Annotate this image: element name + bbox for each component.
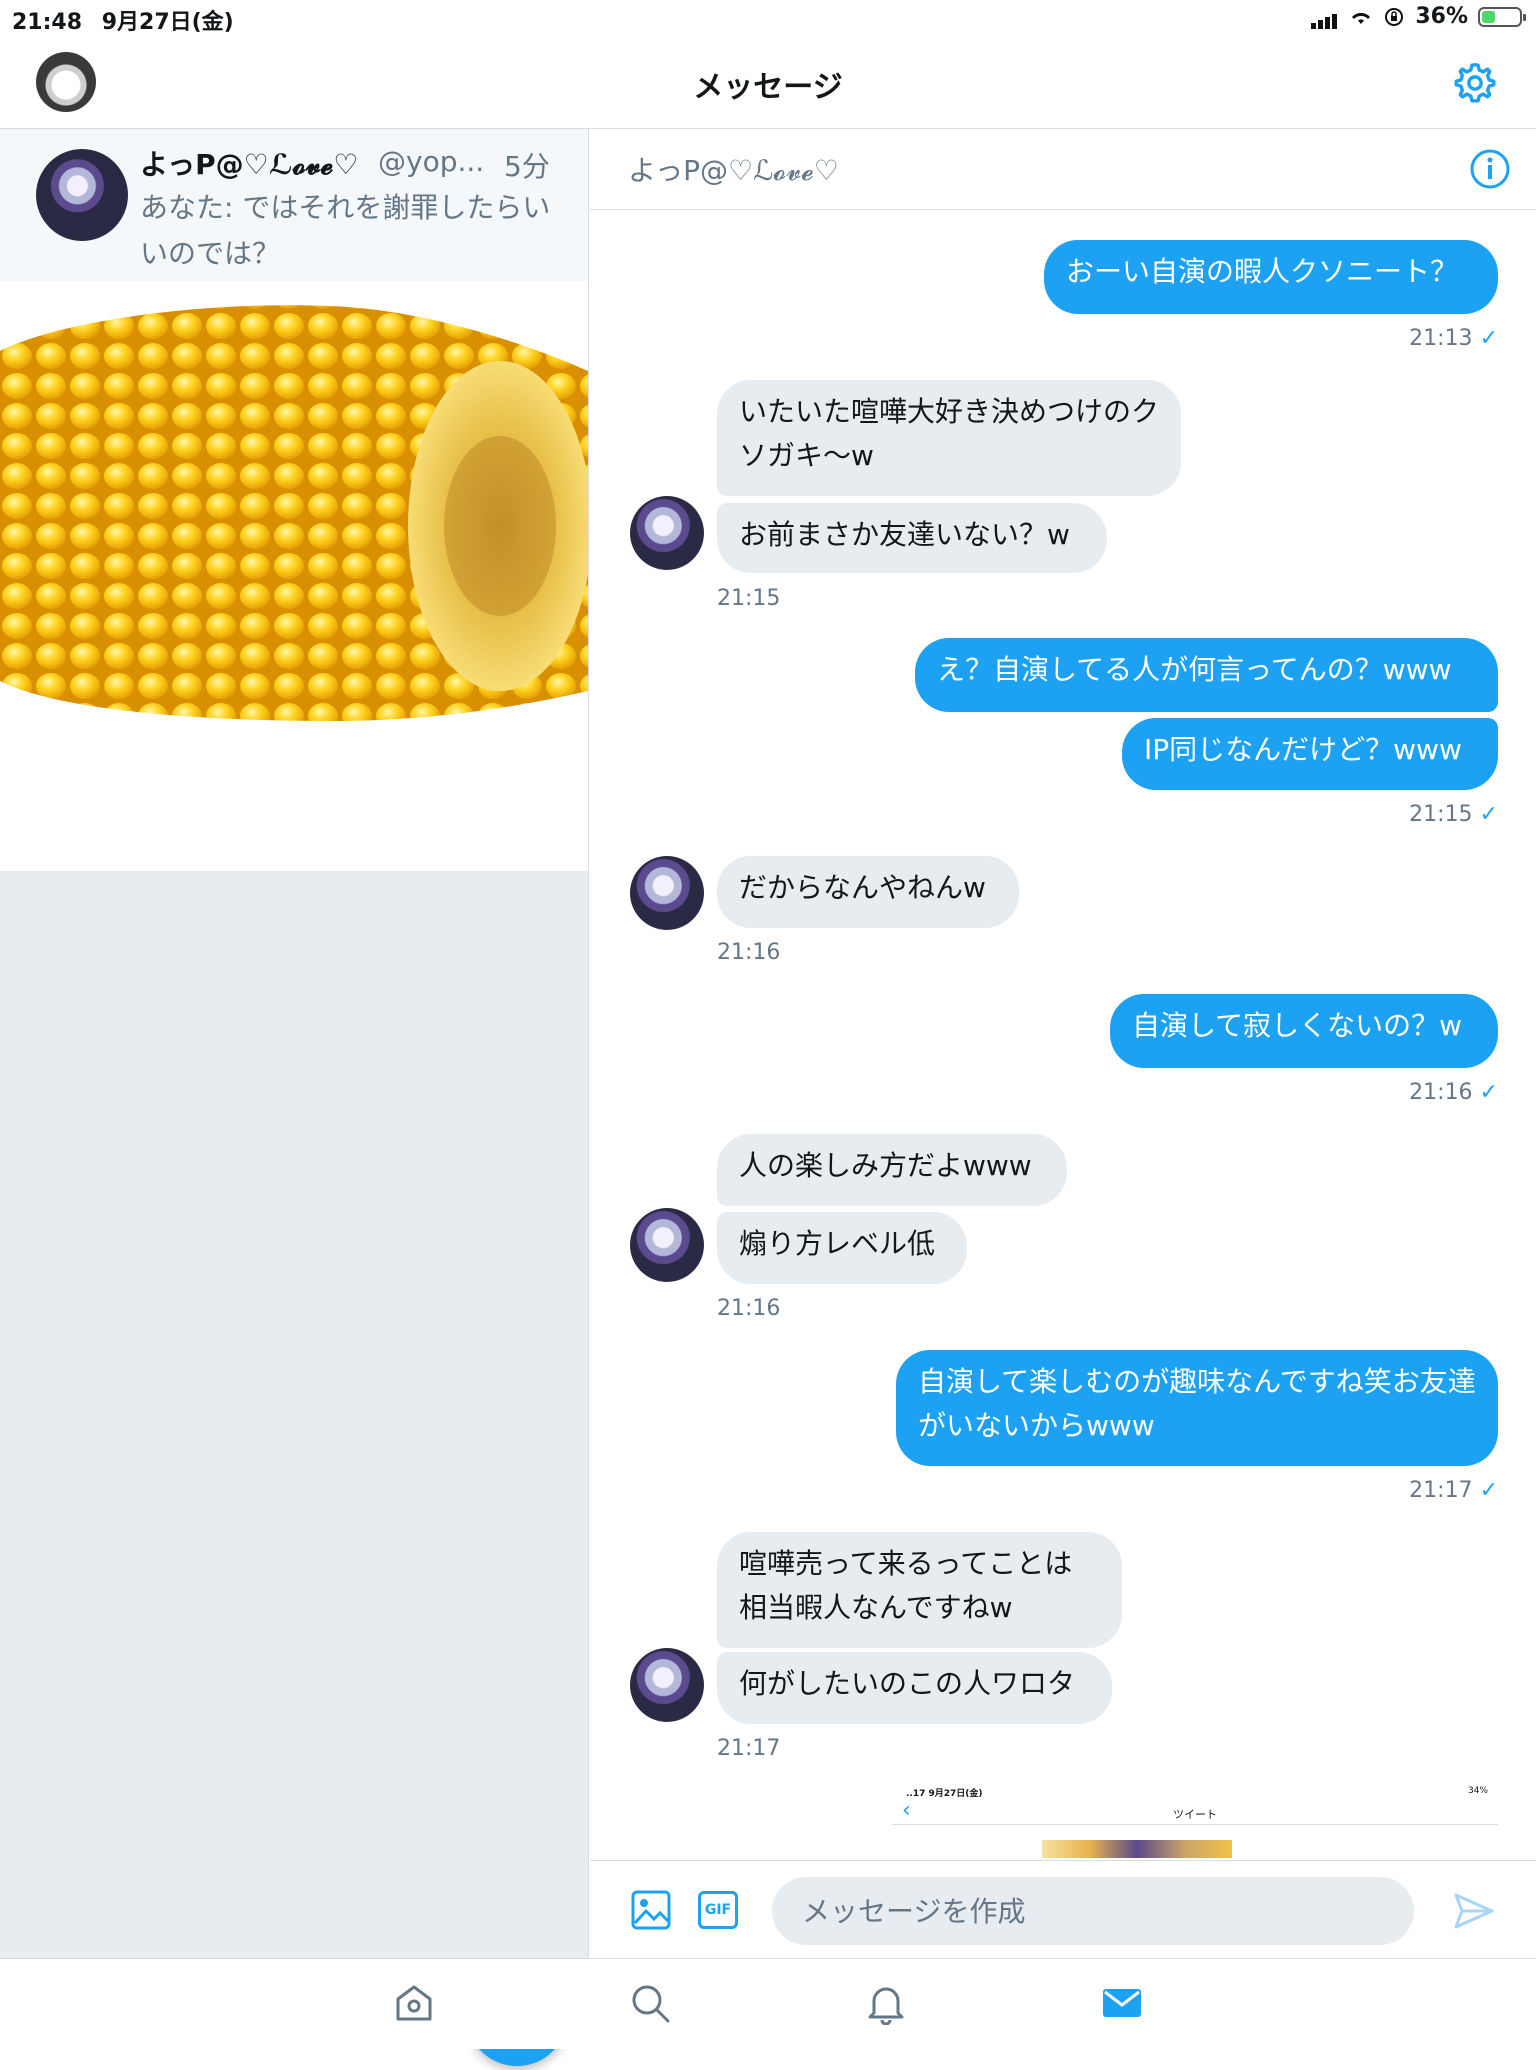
embed-title: ツイート [1173, 1808, 1217, 1821]
conversation-avatar [36, 149, 128, 241]
battery-fill [1482, 10, 1495, 23]
status-indicators: 36% [1311, 4, 1526, 29]
corn-sticker-image [0, 281, 588, 871]
message-bubble-outgoing: 自演して楽しむのが趣味なんですね笑お友達がいないからwww [896, 1350, 1498, 1466]
tab-bar [0, 1958, 1536, 2049]
message-bubble-outgoing: IP同じなんだけど？www [1122, 718, 1498, 790]
embed-status-battery: 34% [1467, 1786, 1488, 1796]
message-bubble-outgoing: 自演して寂しくないの？w [1110, 994, 1498, 1068]
status-date: 9月27日(金) [101, 10, 234, 35]
message-bubble-incoming: 人の楽しみ方だよwww [717, 1134, 1067, 1206]
message-bubble-incoming: 何がしたいのこの人ワロタ [717, 1652, 1112, 1724]
sender-avatar[interactable] [630, 856, 704, 930]
message-bubble-incoming: お前まさか友達いない？w [717, 503, 1107, 573]
page-title: メッセージ [693, 70, 843, 105]
tab-search[interactable] [628, 1981, 672, 2029]
envelope-icon [1103, 1989, 1141, 2017]
send-icon[interactable] [1452, 1889, 1496, 1933]
conversation-list: よっP@♡ℒ𝓸𝓿𝓮♡ @yop... 5分 あなた: ではそれを謝罪したらいいの… [0, 129, 589, 2066]
embed-image-strip [1042, 1840, 1232, 1858]
status-bar: 21:48 9月27日(金) 36% [0, 0, 1536, 38]
message-timestamp: 21:16 ✓ [1409, 1080, 1498, 1105]
gif-button[interactable]: GIF [698, 1891, 738, 1929]
message-bubble-incoming: だからなんやねんw [717, 856, 1019, 928]
message-timestamp: 21:17 ✓ [1409, 1478, 1498, 1503]
embed-status-time-date: ..17 9月27日(金) [906, 1789, 983, 1799]
conversation-preview: あなた: ではそれを謝罪したらいいのでは？ [140, 191, 551, 270]
top-nav: メッセージ [0, 38, 1536, 129]
conversation-handle: @yop... [378, 145, 485, 178]
status-time: 21:48 [12, 10, 83, 35]
orientation-lock-icon [1385, 7, 1404, 26]
chat-title: よっP@♡ℒ𝓸𝓿𝓮♡ [628, 154, 839, 187]
message-bubble-outgoing: おーい自演の暇人クソニート？ [1044, 240, 1498, 314]
message-timestamp: 21:17 [717, 1736, 781, 1761]
tab-messages[interactable] [1100, 1981, 1144, 2029]
image-icon[interactable] [630, 1889, 672, 1931]
message-bubble-incoming: 煽り方レベル低 [717, 1212, 967, 1284]
message-bubble-outgoing: え？自演してる人が何言ってんの？www [915, 638, 1498, 712]
wifi-icon [1352, 12, 1371, 24]
message-timestamp: 21:13 ✓ [1409, 326, 1498, 351]
message-timestamp: 21:16 [717, 940, 781, 965]
gear-icon[interactable] [1452, 60, 1498, 106]
message-timestamp: 21:16 [717, 1296, 781, 1321]
battery-percent: 36% [1415, 4, 1468, 29]
message-input[interactable] [772, 1877, 1414, 1945]
message-timestamp: 21:15 [717, 586, 781, 611]
battery-icon [1478, 6, 1526, 27]
info-icon[interactable] [1468, 147, 1512, 191]
embed-divider [892, 1824, 1498, 1825]
message-bubble-incoming: いたいた喧嘩大好き決めつけのクソガキ〜w [717, 380, 1181, 496]
tab-home[interactable] [392, 1981, 436, 2029]
signal-icon [1311, 4, 1339, 29]
sender-avatar[interactable] [630, 496, 704, 570]
sender-avatar[interactable] [630, 1208, 704, 1282]
conversation-name: よっP@♡ℒ𝓸𝓿𝓮♡ [140, 148, 359, 181]
status-clock: 21:48 9月27日(金) [12, 4, 234, 36]
compose-bar: GIF [590, 1860, 1536, 1959]
attached-screenshot-image[interactable]: ..17 9月27日(金) 34% ‹ ツイート [892, 1782, 1498, 1858]
conversation-item[interactable]: よっP@♡ℒ𝓸𝓿𝓮♡ @yop... 5分 あなた: ではそれを謝罪したらいいの… [0, 129, 588, 282]
chat-header: よっP@♡ℒ𝓸𝓿𝓮♡ [590, 129, 1536, 210]
sender-avatar[interactable] [630, 1648, 704, 1722]
tab-notifications[interactable] [864, 1981, 908, 2029]
message-bubble-incoming: 喧嘩売って来るってことは相当暇人なんですねw [717, 1532, 1122, 1648]
search-icon [632, 1985, 670, 2023]
bell-icon [868, 1987, 904, 2026]
conversation-time: 5分 [504, 150, 550, 183]
message-timestamp: 21:15 ✓ [1409, 802, 1498, 827]
home-icon [396, 1985, 432, 2021]
